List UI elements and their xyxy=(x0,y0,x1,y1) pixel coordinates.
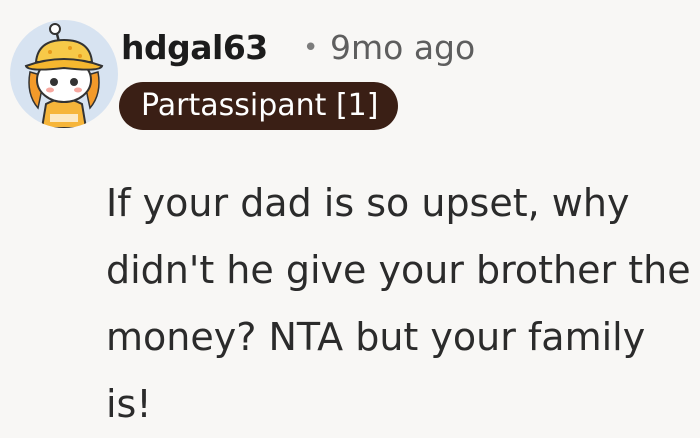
comment-timestamp[interactable]: 9mo ago xyxy=(330,26,475,70)
snoo-avatar-icon xyxy=(24,23,104,128)
user-flair-badge: Partassipant [1] xyxy=(119,82,399,130)
comment-body: If your dad is so upset, why didn't he g… xyxy=(106,181,691,426)
meta-separator: • xyxy=(303,33,319,63)
comment-author[interactable]: hdgal63 xyxy=(121,26,268,70)
user-avatar[interactable] xyxy=(10,20,118,128)
comment: hdgal63 • 9mo ago Partassipant [1] If yo… xyxy=(0,0,700,426)
